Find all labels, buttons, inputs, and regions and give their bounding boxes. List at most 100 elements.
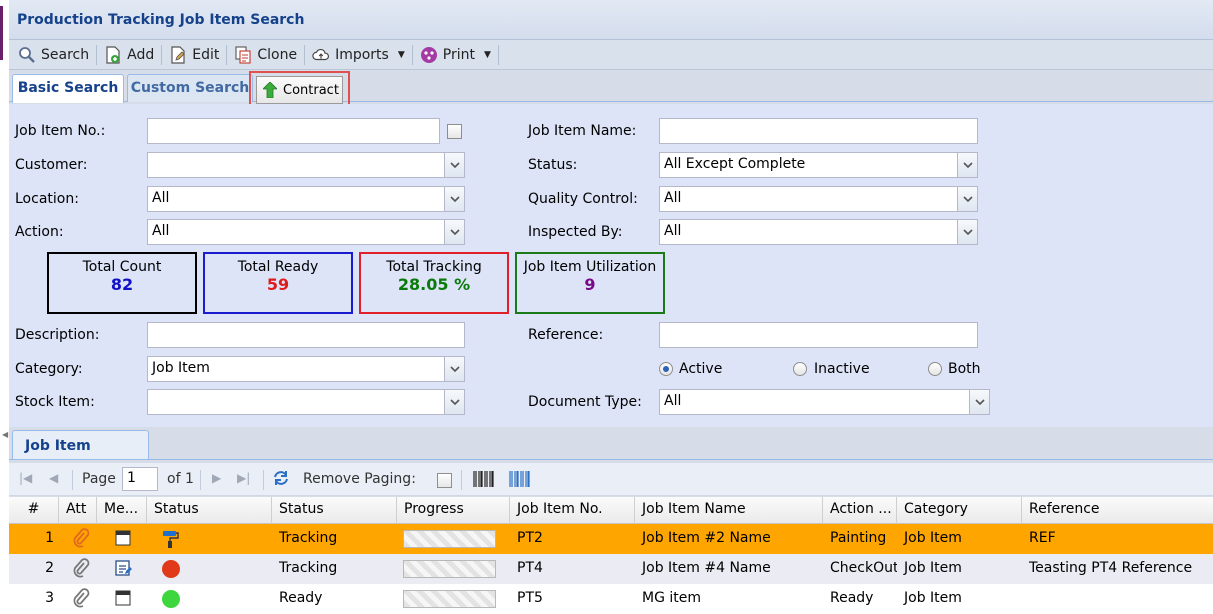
job-item-utilization-box: Job Item Utilization 9 xyxy=(515,252,665,314)
left-edge-strip: ◀ xyxy=(0,0,9,597)
chevron-down-icon[interactable] xyxy=(969,390,989,414)
toolbar-separator xyxy=(96,44,98,65)
green-up-arrow-icon xyxy=(262,81,278,99)
description-label: Description: xyxy=(15,327,100,343)
job-item-no-input[interactable] xyxy=(147,118,440,144)
progress-bar xyxy=(397,554,510,584)
reference-input[interactable] xyxy=(659,322,978,348)
total-count-box: Total Count 82 xyxy=(47,252,197,314)
contract-button[interactable]: Contract xyxy=(256,76,343,104)
barcode-blue-icon[interactable] xyxy=(509,470,531,492)
toolbar-separator xyxy=(226,44,228,65)
page-number-input[interactable]: 1 xyxy=(122,467,158,491)
active-radio-label: Active xyxy=(679,361,723,377)
add-document-icon xyxy=(104,45,122,64)
tab-basic-search[interactable]: Basic Search xyxy=(12,74,124,103)
column-header-memo[interactable]: Me... xyxy=(97,497,147,524)
next-page-icon[interactable]: ▶ xyxy=(212,471,221,485)
chevron-down-icon[interactable] xyxy=(444,390,464,414)
toolbar-separator xyxy=(411,44,413,65)
description-input[interactable] xyxy=(147,322,465,348)
refresh-icon[interactable] xyxy=(272,469,290,491)
page-count-label: of 1 xyxy=(167,471,194,487)
column-header-att[interactable]: Att xyxy=(59,497,97,524)
document-type-select[interactable]: All xyxy=(659,389,990,415)
column-header-job-item-name[interactable]: Job Item Name xyxy=(635,497,823,524)
app-window: Production Tracking Job Item Search Sear… xyxy=(9,0,1213,614)
grid-header: # Att Me... Status Status Progress Job I… xyxy=(9,497,1213,524)
job-item-no-checkbox[interactable] xyxy=(447,124,462,139)
pager-separator xyxy=(200,470,201,490)
quality-control-select[interactable]: All xyxy=(659,186,978,212)
action-select[interactable]: All xyxy=(147,219,465,245)
column-header-status-icon[interactable]: Status xyxy=(147,497,272,524)
edit-button[interactable]: Edit xyxy=(164,43,224,67)
progress-bar xyxy=(397,584,510,614)
inactive-radio[interactable] xyxy=(793,362,807,376)
job-item-name-label: Job Item Name: xyxy=(528,123,637,139)
active-radio[interactable] xyxy=(659,362,673,376)
column-header-job-item-no[interactable]: Job Item No. xyxy=(510,497,635,524)
total-ready-box: Total Ready 59 xyxy=(203,252,353,314)
chevron-down-icon: ▼ xyxy=(397,49,405,60)
previous-page-icon[interactable]: ◀ xyxy=(49,471,58,485)
window-titlebar: Production Tracking Job Item Search xyxy=(9,0,1213,40)
customer-select[interactable] xyxy=(147,152,465,178)
job-item-name-input[interactable] xyxy=(659,118,978,144)
chevron-down-icon[interactable] xyxy=(444,357,464,381)
stock-item-select[interactable] xyxy=(147,389,465,415)
status-select[interactable]: All Except Complete xyxy=(659,152,978,178)
attachment-icon[interactable] xyxy=(65,584,95,614)
column-header-action[interactable]: Action ... xyxy=(823,497,897,524)
total-tracking-value: 28.05 % xyxy=(397,275,471,294)
memo-icon[interactable] xyxy=(107,584,137,614)
table-row[interactable]: 2 Tracking PT4 Job Item #4 Name CheckOut… xyxy=(9,554,1213,584)
chevron-down-icon[interactable] xyxy=(444,153,464,177)
memo-icon[interactable] xyxy=(107,524,137,554)
chevron-down-icon[interactable] xyxy=(957,153,977,177)
barcode-icon[interactable] xyxy=(473,470,495,492)
column-header-reference[interactable]: Reference xyxy=(1022,497,1213,524)
attachment-icon[interactable] xyxy=(65,554,95,584)
remove-paging-checkbox[interactable] xyxy=(437,473,452,488)
tab-job-item[interactable]: Job Item xyxy=(12,430,149,459)
inspected-by-select[interactable]: All xyxy=(659,219,978,245)
tab-underline xyxy=(9,459,1213,460)
memo-edit-icon[interactable] xyxy=(107,554,137,584)
table-row[interactable]: 3 Ready PT5 MG item Ready Job Item xyxy=(9,584,1213,614)
category-select[interactable]: Job Item xyxy=(147,356,465,382)
action-label: Action: xyxy=(15,224,64,240)
chevron-down-icon[interactable] xyxy=(957,220,977,244)
chevron-down-icon[interactable] xyxy=(444,187,464,211)
job-item-grid-panel: Job Item |◀ ◀ Page 1 of 1 ▶ ▶| Remove Pa… xyxy=(9,427,1213,614)
chevron-down-icon[interactable] xyxy=(444,220,464,244)
search-icon xyxy=(18,46,36,64)
job-item-no-label: Job Item No.: xyxy=(15,123,106,139)
add-button[interactable]: Add xyxy=(99,43,159,67)
column-header-progress[interactable]: Progress xyxy=(397,497,510,524)
both-radio[interactable] xyxy=(928,362,942,376)
column-header-status[interactable]: Status xyxy=(272,497,397,524)
last-page-icon[interactable]: ▶| xyxy=(237,471,250,485)
clone-copy-icon xyxy=(234,45,252,64)
print-button[interactable]: Print ▼ xyxy=(415,43,496,67)
column-header-number[interactable]: # xyxy=(9,497,59,524)
category-label: Category: xyxy=(15,361,83,377)
attachment-icon[interactable] xyxy=(65,524,95,554)
table-row[interactable]: 1 Tracking PT2 Job Item #2 Name Painting… xyxy=(9,524,1213,554)
customer-label: Customer: xyxy=(15,157,88,173)
inspected-by-label: Inspected By: xyxy=(528,224,623,240)
chevron-down-icon[interactable] xyxy=(957,187,977,211)
search-button[interactable]: Search xyxy=(13,43,94,67)
clone-button[interactable]: Clone xyxy=(229,43,302,67)
collapse-left-arrow-icon[interactable]: ◀ xyxy=(2,430,8,439)
column-header-category[interactable]: Category xyxy=(897,497,1022,524)
tab-custom-search[interactable]: Custom Search xyxy=(127,74,253,102)
first-page-icon[interactable]: |◀ xyxy=(19,471,32,485)
quality-control-label: Quality Control: xyxy=(528,191,638,207)
imports-button[interactable]: Imports ▼ xyxy=(307,43,410,67)
reference-label: Reference: xyxy=(528,327,604,343)
location-select[interactable]: All xyxy=(147,186,465,212)
toolbar-separator xyxy=(497,44,499,65)
total-count-value: 82 xyxy=(110,275,134,294)
